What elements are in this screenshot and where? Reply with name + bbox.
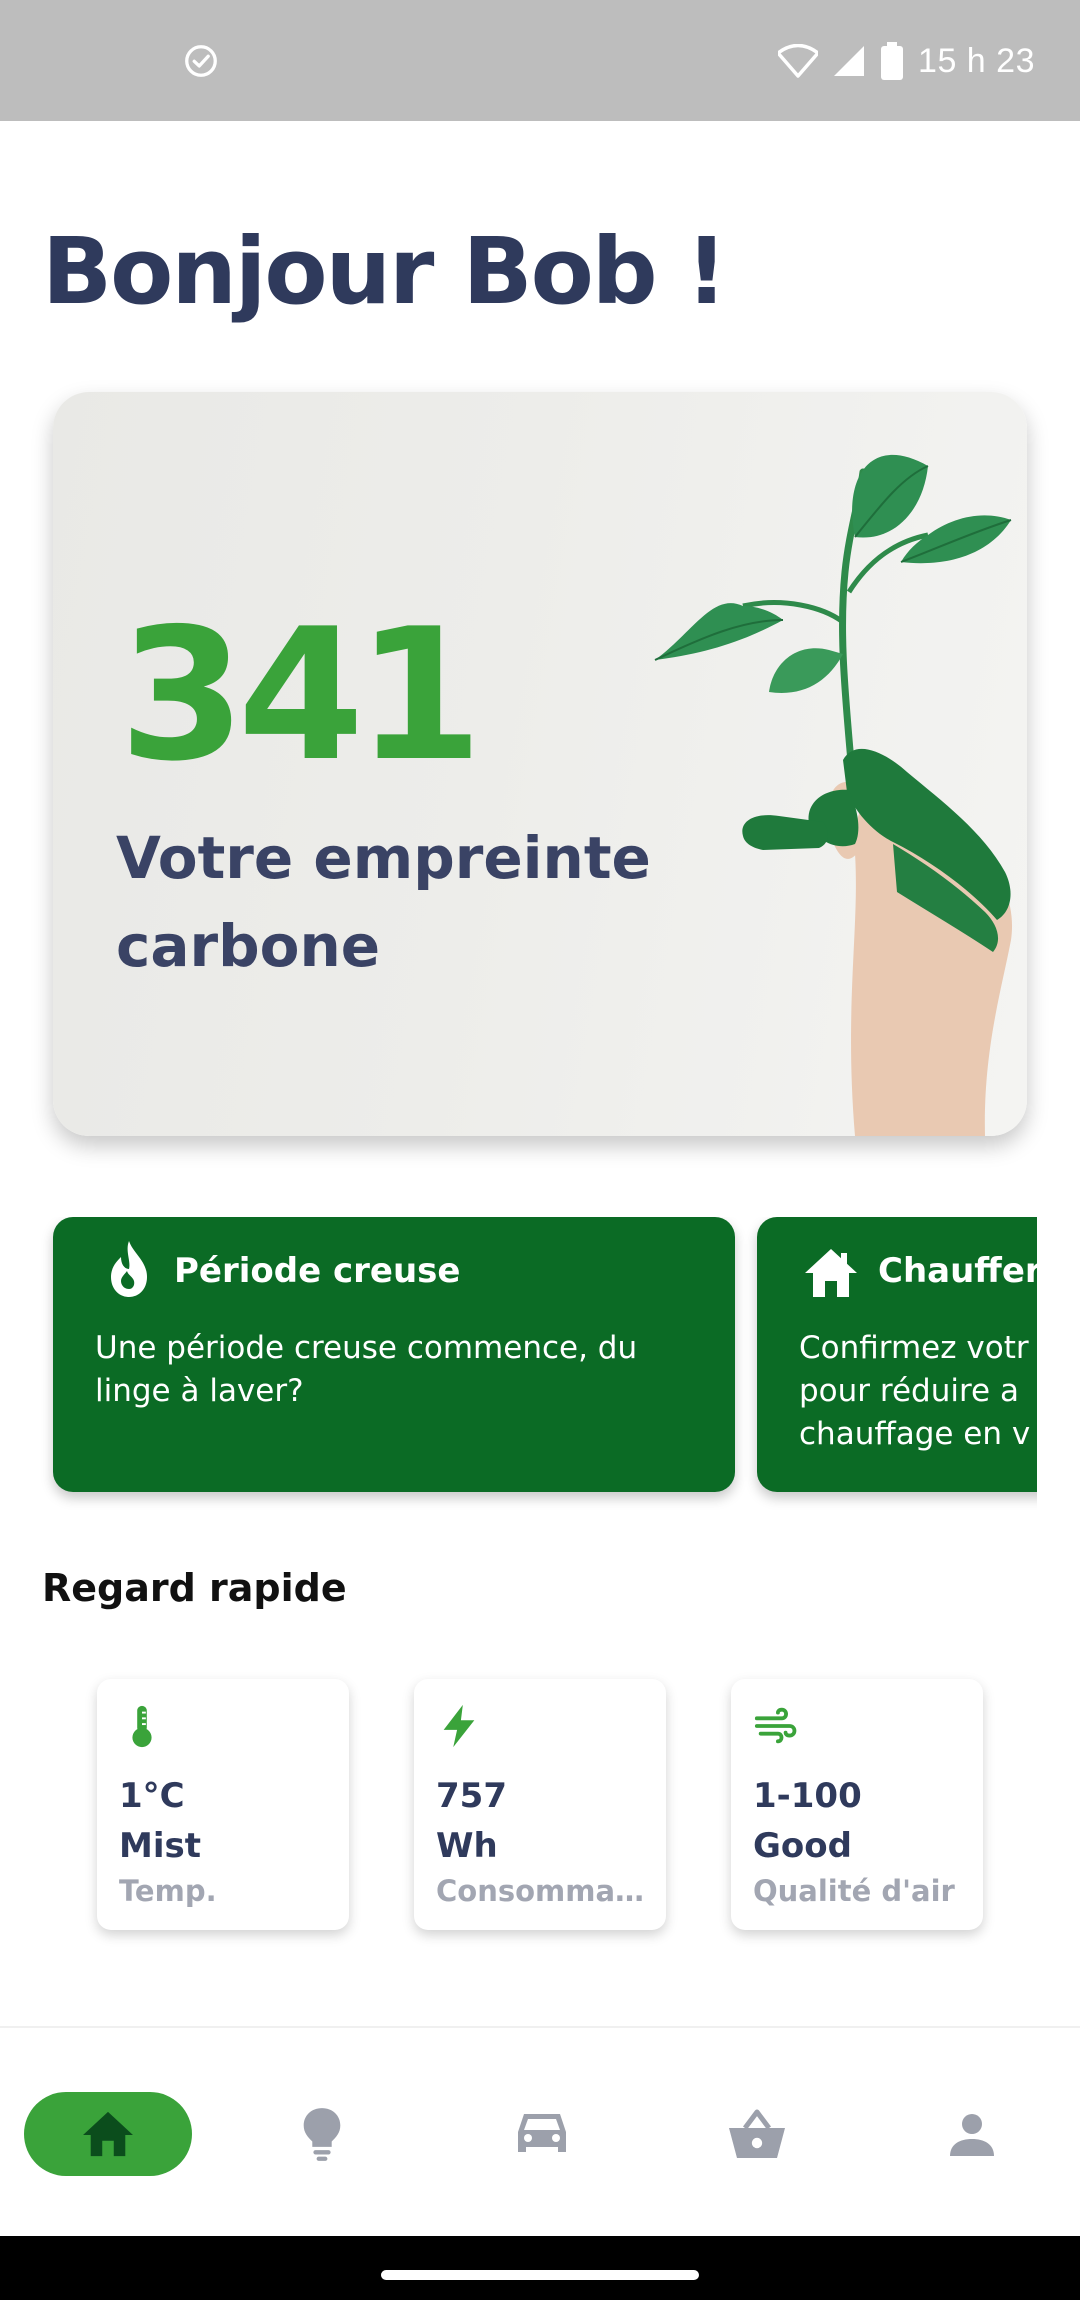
- battery-icon: [881, 42, 904, 80]
- home-icon: [805, 1249, 857, 1297]
- wifi-icon: [778, 44, 819, 78]
- plant-in-hand-image: [654, 454, 1013, 1136]
- air-quality-rating: Good: [753, 1826, 852, 1866]
- suggestion-carousel[interactable]: Période creuse Une période creuse commen…: [0, 1217, 1037, 1517]
- carbon-footprint-label: Votre empreinte carbone: [116, 824, 651, 980]
- quick-look-tile-consumption[interactable]: 757 Wh Consommation: [414, 1679, 666, 1930]
- suggestion-card-heating[interactable]: Chauffer Confirmez votr pour réduire a c…: [757, 1217, 1037, 1492]
- carbon-footprint-value: 341: [119, 589, 483, 801]
- weather-condition: Mist: [119, 1826, 201, 1866]
- status-bar: 15 h 23: [0, 0, 1080, 121]
- quick-look-tile-temperature[interactable]: 1°C Mist Temp.: [97, 1679, 349, 1930]
- suggestion-text: Une période creuse commence, du linge à …: [95, 1330, 638, 1409]
- consumption-unit: Wh: [436, 1826, 498, 1866]
- car-icon: [518, 2114, 566, 2152]
- tile-caption: Temp.: [119, 1874, 217, 1908]
- nav-profile[interactable]: [930, 2092, 1014, 2176]
- home-icon: [83, 2111, 133, 2157]
- nav-tips[interactable]: [280, 2092, 364, 2176]
- nav-shopping[interactable]: [715, 2092, 799, 2176]
- nav-transport[interactable]: [500, 2092, 584, 2176]
- signal-icon: [834, 46, 865, 76]
- air-quality-scale: 1-100: [753, 1776, 862, 1816]
- basket-icon: [729, 2109, 785, 2158]
- consumption-value: 757: [436, 1776, 507, 1816]
- flame-icon: [111, 1241, 147, 1297]
- wind-icon: [754, 1707, 797, 1744]
- home-gesture-handle[interactable]: [381, 2270, 699, 2280]
- suggestion-title: Chauffer: [878, 1251, 1037, 1291]
- suggestion-title: Période creuse: [174, 1251, 461, 1291]
- nav-home[interactable]: [24, 2092, 192, 2176]
- person-icon: [950, 2114, 994, 2156]
- suggestion-card-off-peak[interactable]: Période creuse Une période creuse commen…: [53, 1217, 735, 1492]
- temperature-value: 1°C: [119, 1776, 185, 1816]
- lightbulb-icon: [303, 2108, 341, 2161]
- bottom-navigation: [0, 2026, 1080, 2236]
- thermometer-icon: [132, 1705, 152, 1748]
- clock: 15 h 23: [918, 41, 1035, 80]
- suggestion-text: Confirmez votr pour réduire a chauffage …: [799, 1330, 1031, 1452]
- bolt-icon: [443, 1704, 475, 1748]
- check-circle-icon: [185, 45, 217, 77]
- tile-caption: Qualité d'air: [753, 1874, 955, 1908]
- tile-caption: Consommation: [436, 1874, 651, 1908]
- page-title: Bonjour Bob !: [42, 218, 728, 325]
- quick-look-heading: Regard rapide: [42, 1566, 347, 1610]
- system-gesture-bar: [0, 2236, 1080, 2300]
- carbon-footprint-card[interactable]: 341 Votre empreinte carbone: [53, 392, 1027, 1136]
- quick-look-tile-air-quality[interactable]: 1-100 Good Qualité d'air: [731, 1679, 983, 1930]
- status-icons: 15 h 23: [778, 36, 1035, 86]
